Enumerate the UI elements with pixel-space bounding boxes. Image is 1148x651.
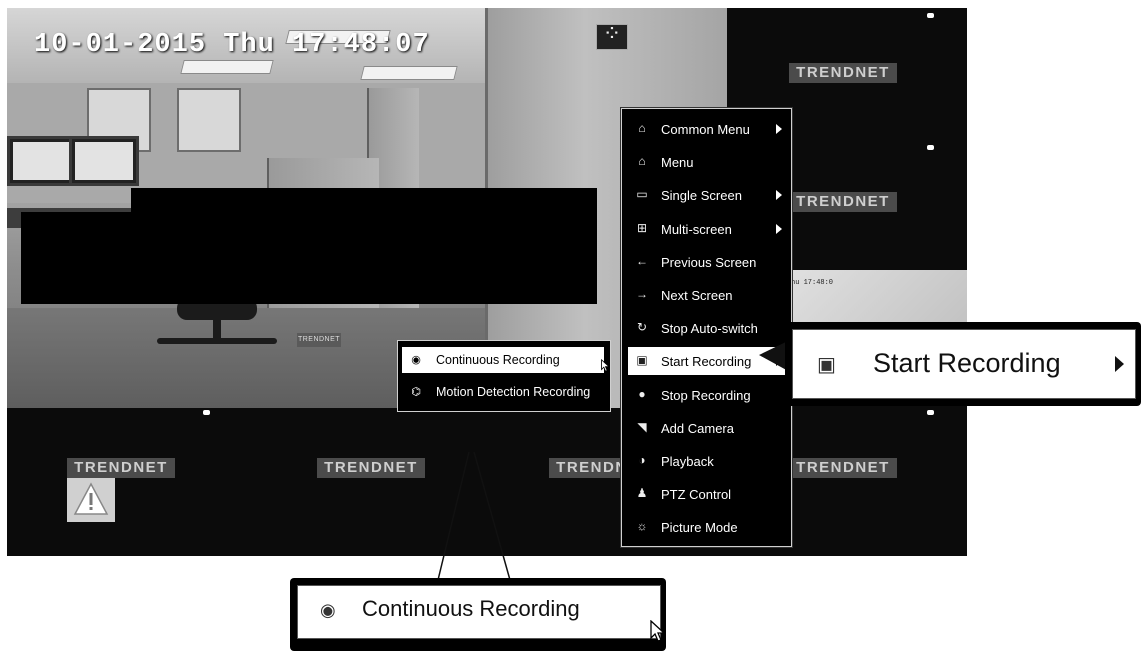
channel-indicator — [927, 410, 934, 415]
submenu-arrow-icon — [776, 223, 782, 234]
channel-indicator — [927, 145, 934, 150]
menu-item-stop-recording[interactable]: ● Stop Recording — [628, 381, 785, 409]
channel-indicator — [927, 13, 934, 18]
menu-item-label: Single Screen — [661, 188, 742, 204]
camera-timestamp: hu 17:48:0 — [791, 279, 834, 287]
warning-icon[interactable] — [67, 478, 115, 522]
continuous-recording-icon: ◉ — [411, 354, 421, 366]
menu-item-label: Stop Recording — [661, 387, 751, 403]
submenu-arrow-icon — [776, 124, 782, 134]
submenu-item-label: Motion Detection Recording — [436, 385, 591, 399]
callout-panel: ◉ Continuous Recording — [297, 585, 666, 642]
context-menu: ⌂ Common Menu ⌂ Menu ▭ Single Screen ⊞ Multi-sc… — [621, 108, 792, 547]
menu-item-multi-screen[interactable]: ⊞ Multi-screen — [628, 215, 785, 243]
camera-status-icon — [596, 21, 628, 50]
menu-item-common-menu[interactable]: ⌂ Common Menu — [628, 115, 785, 143]
menu-item-label: Multi-screen — [661, 221, 732, 237]
menu-item-label: Playback — [661, 454, 714, 469]
submenu-item-continuous-recording[interactable]: ◉ Continuous Recording — [402, 347, 610, 373]
office-chair — [157, 298, 277, 368]
mouse-cursor-icon — [601, 359, 610, 372]
menu-item-menu[interactable]: ⌂ Menu — [628, 148, 785, 176]
callout-label: Start Recording — [873, 348, 1061, 378]
continuous-recording-callout: ◉ Continuous Recording — [290, 578, 666, 651]
common-menu-icon: ⌂ — [638, 121, 646, 135]
submenu-item-motion-detection-recording[interactable]: ⌬ Motion Detection Recording — [402, 379, 604, 405]
add-camera-icon: ◥ — [637, 419, 647, 434]
menu-item-label: PTZ Control — [661, 487, 732, 503]
menu-item-previous-screen[interactable]: ← Previous Screen — [628, 248, 785, 276]
menu-item-single-screen[interactable]: ▭ Single Screen — [628, 181, 785, 209]
desk-monitor — [69, 136, 139, 186]
menu-item-picture-mode[interactable]: ☼ Picture Mode — [628, 513, 785, 541]
menu-item-label: Common Menu — [661, 122, 750, 137]
start-recording-icon: ▣ — [636, 353, 648, 368]
ceiling-light — [360, 66, 458, 80]
desk-monitor — [7, 136, 77, 186]
ptz-icon: ♟ — [636, 486, 648, 501]
brand-logo: TRENDNET — [67, 458, 175, 478]
menu-item-ptz-control[interactable]: ♟ PTZ Control — [628, 480, 785, 508]
submenu-arrow-icon — [776, 356, 782, 367]
motion-detection-icon: ⌬ — [411, 386, 421, 398]
menu-item-add-camera[interactable]: ◥ Add Camera — [628, 414, 785, 442]
redacted-area — [131, 188, 597, 304]
feed-window — [177, 88, 241, 152]
brand-logo: TRENDNET — [789, 458, 897, 478]
menu-item-label: Stop Auto-switch — [661, 321, 758, 337]
camera-feed-4[interactable]: hu 17:48:0 — [787, 270, 967, 330]
timestamp-overlay: 10-01-2015 Thu 17:48:07 — [34, 30, 430, 60]
arrow-left-icon: ← — [636, 253, 648, 268]
menu-item-label: Picture Mode — [661, 520, 738, 536]
arrow-right-icon: → — [636, 287, 648, 301]
camera-feed-1[interactable]: TRENDNET — [7, 8, 727, 408]
menu-item-next-screen[interactable]: → Next Screen — [628, 281, 785, 309]
menu-item-label: Previous Screen — [661, 254, 757, 270]
mouse-cursor-icon — [650, 620, 666, 642]
brand-logo: TRENDNET — [317, 458, 425, 478]
start-recording-icon: ▣ — [817, 354, 836, 376]
menu-item-label: Menu — [661, 155, 694, 171]
stop-recording-icon: ● — [638, 386, 646, 401]
brand-watermark: TRENDNET — [297, 333, 341, 347]
brand-logo: TRENDNET — [789, 63, 897, 83]
continuous-recording-icon: ◉ — [320, 600, 336, 620]
callout-label: Continuous Recording — [362, 596, 580, 621]
recording-submenu: ◉ Continuous Recording ⌬ Motion Detection R… — [397, 340, 611, 412]
multi-screen-icon: ⊞ — [636, 220, 648, 235]
menu-item-label: Next Screen — [661, 288, 733, 303]
playback-icon: ◑ — [638, 453, 646, 467]
callout-panel: ▣ Start Recording — [792, 329, 1136, 399]
menu-item-playback[interactable]: ◑ Playback — [628, 447, 785, 475]
submenu-item-label: Continuous Recording — [436, 353, 560, 367]
brand-logo: TRENDNET — [789, 192, 897, 212]
single-screen-icon: ▭ — [636, 187, 648, 202]
redacted-area — [21, 212, 131, 304]
menu-item-label: Add Camera — [661, 420, 734, 436]
submenu-arrow-icon — [776, 190, 782, 201]
menu-item-label: Start Recording — [661, 354, 752, 370]
menu-item-stop-auto-switch[interactable]: ↻ Stop Auto-switch — [628, 314, 785, 342]
menu-item-start-recording[interactable]: ▣ Start Recording — [628, 347, 785, 376]
submenu-arrow-icon — [1115, 356, 1124, 372]
picture-mode-icon: ☼ — [636, 519, 648, 534]
nvr-screen: TRENDNET 10-01-2015 Thu 17:48:07 TRENDNE… — [7, 8, 967, 556]
home-icon: ⌂ — [638, 154, 646, 169]
ceiling-light — [180, 60, 274, 74]
start-recording-callout: ▣ Start Recording — [785, 322, 1141, 406]
auto-switch-icon: ↻ — [636, 320, 648, 335]
channel-indicator — [203, 410, 210, 415]
